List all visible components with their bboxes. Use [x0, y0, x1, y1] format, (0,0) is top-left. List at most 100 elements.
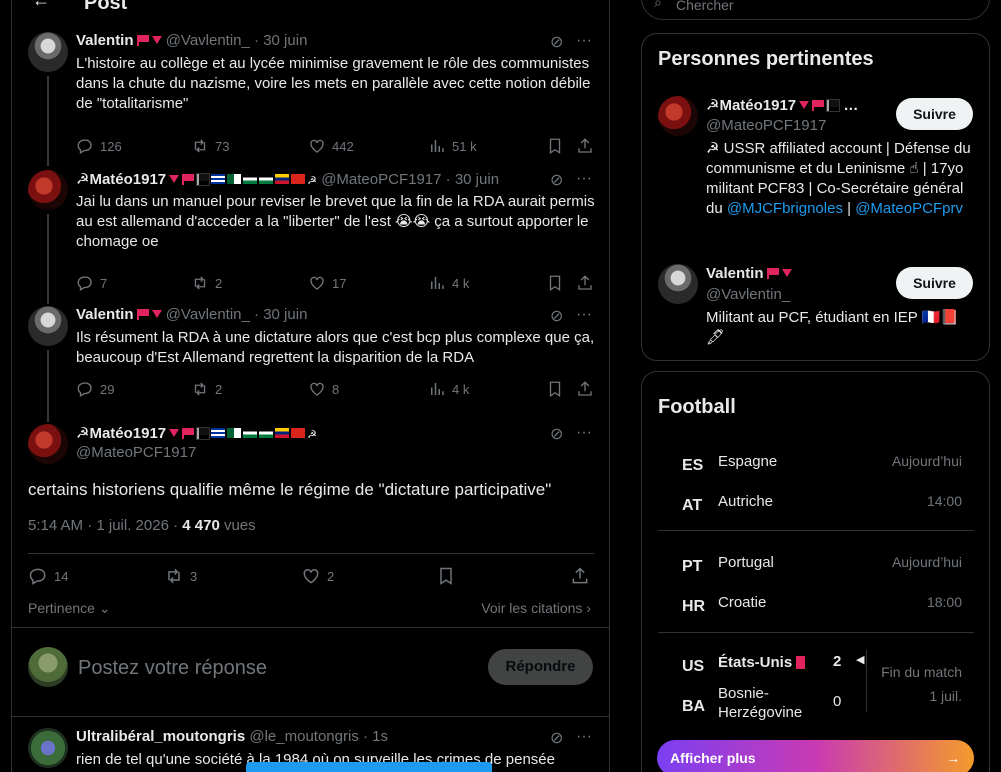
reply-button[interactable]: 14 — [28, 566, 68, 586]
flag-icon — [243, 428, 258, 438]
relevant-people-card: Personnes pertinentes ☭Matéo1917 … @Mate… — [641, 33, 990, 361]
team-code: BA — [682, 698, 706, 715]
tweet[interactable]: ☭Matéo1917 ☭ @MateoPCF1917 · 30 juin ⊘ ··… — [12, 170, 609, 304]
triangle-icon — [799, 101, 810, 109]
repost-button[interactable]: 73 — [191, 137, 229, 155]
follow-button[interactable]: Suivre — [896, 98, 973, 130]
person-handle[interactable]: @MateoPCF1917 — [706, 117, 826, 134]
triangle-icon — [169, 429, 180, 437]
repost-count: 2 — [215, 275, 223, 291]
person-handle[interactable]: @Vavlentin_ — [706, 286, 790, 303]
grok-icon[interactable]: ⊘ — [550, 32, 563, 52]
grok-icon[interactable]: ⊘ — [550, 424, 563, 444]
author-name[interactable]: ☭Matéo1917 — [76, 171, 166, 188]
match-row[interactable]: PT Portugal HR Croatie Aujourd’hui 18:00 — [658, 543, 974, 623]
avatar[interactable] — [28, 424, 68, 464]
reply-button[interactable]: 29 — [76, 380, 114, 398]
reply-button[interactable]: 126 — [76, 137, 122, 155]
follow-button[interactable]: Suivre — [896, 267, 973, 299]
view-quotes-link[interactable]: Voir les citations › — [481, 600, 591, 616]
avatar[interactable] — [28, 170, 68, 210]
more-icon[interactable]: ··· — [576, 170, 592, 188]
views-button[interactable]: 4 k — [428, 380, 469, 398]
like-button[interactable]: 17 — [308, 274, 346, 292]
tweet-date[interactable]: · 30 juin — [254, 306, 307, 323]
like-button[interactable]: 2 — [301, 566, 334, 586]
bookmark-icon[interactable] — [436, 566, 456, 586]
bookmark-icon[interactable] — [546, 380, 564, 398]
triangle-icon — [151, 36, 162, 44]
author-handle[interactable]: @Vavlentin_ — [166, 306, 250, 323]
person-name[interactable]: Valentin — [706, 265, 792, 282]
author-name[interactable]: Ultralibéral_moutongris — [76, 728, 245, 745]
avatar[interactable] — [658, 264, 698, 304]
views-button[interactable]: 51 k — [428, 137, 477, 155]
match-row[interactable]: US États-Unis 2 ◀ BA Bosnie-Herzégovine … — [658, 644, 974, 724]
author-name[interactable]: ☭Matéo1917 — [76, 425, 166, 442]
views-button[interactable]: 4 k — [428, 274, 469, 292]
focus-tweet-text: certains historiens qualifie même le rég… — [28, 480, 552, 499]
author-handle[interactable]: @Vavlentin_ — [166, 32, 250, 49]
triangle-icon — [169, 175, 180, 183]
heart-icon — [310, 382, 324, 396]
focus-tweet-header[interactable]: ☭Matéo1917 ☭ @MateoPCF1917 ⊘ ··· — [12, 424, 609, 464]
avatar[interactable] — [28, 32, 68, 72]
author-name[interactable]: Valentin — [76, 32, 134, 49]
avatar[interactable] — [28, 728, 68, 768]
author-name[interactable]: Valentin — [76, 306, 134, 323]
sort-dropdown[interactable]: Pertinence ⌄ — [28, 600, 111, 617]
tweet[interactable]: Valentin @Vavlentin_ · 30 juin ⊘ ··· L'h… — [12, 32, 609, 166]
like-button[interactable]: 8 — [308, 380, 339, 398]
team-name: États-Unis — [718, 653, 806, 672]
repost-button[interactable]: 2 — [191, 274, 222, 292]
tweet[interactable]: Valentin @Vavlentin_ · 30 juin ⊘ ··· Ils… — [12, 306, 609, 422]
tweet-timestamp[interactable]: 5:14 AM · 1 juil. 2026 · — [28, 517, 182, 534]
person-name[interactable]: ☭Matéo1917 … — [706, 96, 858, 114]
author-handle[interactable]: @MateoPCF1917 — [76, 444, 196, 461]
my-avatar[interactable] — [28, 647, 68, 687]
tweet-meta: 5:14 AM · 1 juil. 2026 · 4 470 vues — [28, 517, 256, 534]
back-arrow-icon[interactable]: ← — [32, 0, 50, 11]
share-icon[interactable] — [576, 137, 594, 155]
grok-icon[interactable]: ⊘ — [550, 170, 563, 190]
search-input[interactable]: ⌕ Chercher — [641, 0, 990, 20]
share-icon[interactable] — [576, 380, 594, 398]
tweet-text: Ils résument la RDA à une dictature alor… — [76, 329, 595, 366]
more-icon[interactable]: ··· — [576, 32, 592, 50]
author-handle[interactable]: @MateoPCF1917 — [321, 171, 441, 188]
red-flag-icon — [182, 174, 195, 185]
mention-link[interactable]: @MateoPCFprv — [855, 200, 963, 217]
reply-input[interactable]: Postez votre réponse — [78, 657, 267, 680]
thread-line — [47, 214, 49, 304]
share-icon[interactable] — [576, 274, 594, 292]
like-button[interactable]: 442 — [308, 137, 354, 155]
new-posts-pill[interactable] — [246, 762, 492, 772]
reply-button[interactable]: 7 — [76, 274, 107, 292]
reply-submit-button[interactable]: Répondre — [488, 649, 593, 685]
tweet-date[interactable]: · 30 juin — [446, 171, 499, 188]
flag-icon — [259, 174, 274, 184]
more-icon[interactable]: ··· — [576, 306, 592, 324]
bookmark-icon[interactable] — [546, 137, 564, 155]
grok-icon[interactable]: ⊘ — [550, 306, 563, 326]
repost-button[interactable]: 2 — [191, 380, 222, 398]
avatar[interactable] — [658, 96, 698, 136]
avatar[interactable] — [28, 306, 68, 346]
more-icon[interactable]: ··· — [576, 424, 592, 442]
bookmark-icon[interactable] — [546, 274, 564, 292]
like-count: 442 — [332, 138, 354, 154]
show-more-button[interactable]: Afficher plus → — [657, 740, 974, 772]
tweet-date[interactable]: · 1s — [363, 728, 388, 745]
share-icon[interactable] — [570, 566, 590, 586]
divider — [28, 553, 594, 554]
grok-icon[interactable]: ⊘ — [550, 728, 563, 748]
mention-link[interactable]: @MJCFbrignoles — [727, 200, 843, 217]
like-count: 8 — [332, 381, 340, 397]
match-row[interactable]: ES Espagne AT Autriche Aujourd’hui 14:00 — [658, 442, 974, 522]
repost-button[interactable]: 3 — [164, 566, 197, 586]
author-handle[interactable]: @le_moutongris — [249, 728, 358, 745]
match-date: 1 juil. — [929, 688, 962, 704]
like-count: 2 — [327, 568, 335, 584]
more-icon[interactable]: ··· — [576, 728, 592, 746]
tweet-date[interactable]: · 30 juin — [254, 32, 307, 49]
